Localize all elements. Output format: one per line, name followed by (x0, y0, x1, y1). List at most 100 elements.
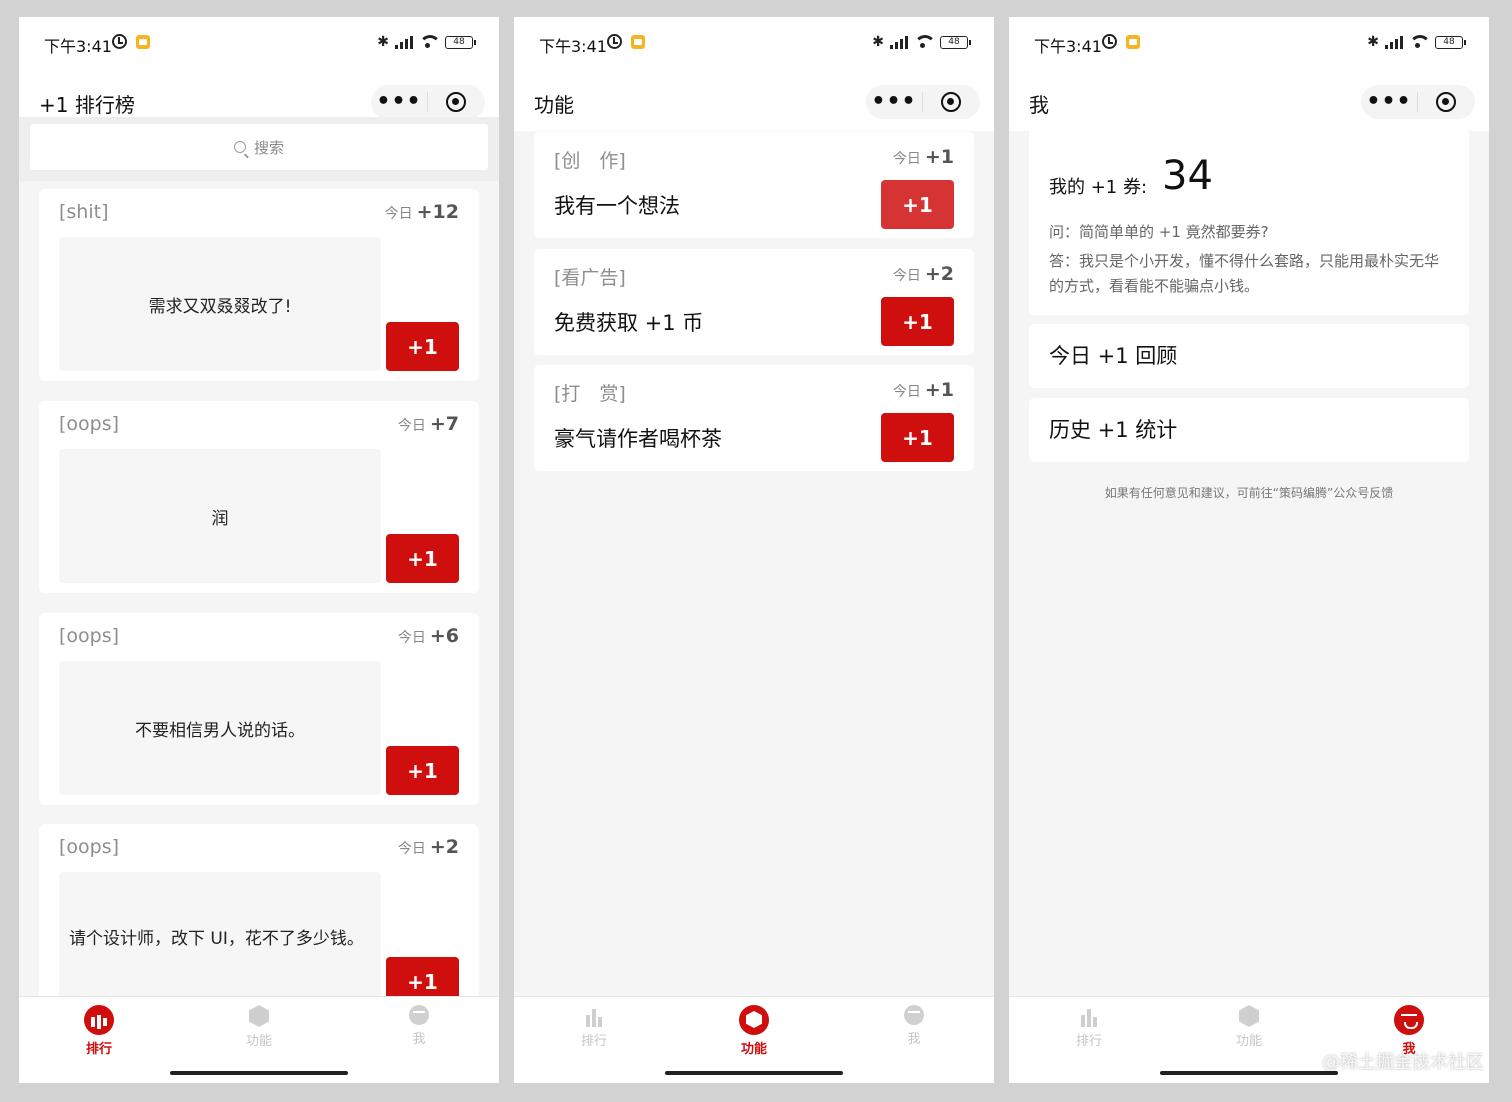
card-tag: [oops] (59, 836, 120, 858)
plus-one-button[interactable]: +1 (881, 413, 954, 462)
plus-one-button[interactable]: +1 (881, 297, 954, 346)
wifi-icon (914, 35, 934, 49)
close-button[interactable] (428, 92, 484, 112)
card-text: 不要相信男人说的话。 (59, 661, 381, 795)
card-title: 我有一个想法 (554, 194, 680, 218)
rank-card: [shit] 今日 +12 需求又双叒叕改了! +1 (39, 189, 479, 381)
history-stats-label: 历史 +1 统计 (1049, 418, 1178, 442)
wifi-icon (419, 35, 439, 49)
card-tag: [oops] (59, 413, 120, 435)
rank-card: [oops] 今日 +2 请个设计师，改下 UI，花不了多少钱。 +1 (39, 824, 479, 1016)
more-button[interactable]: ••• (866, 91, 922, 113)
more-button[interactable]: ••• (371, 91, 427, 113)
bluetooth-icon: ✱ (377, 34, 389, 50)
cube-icon (1239, 1005, 1259, 1027)
tab-bar: 排行 功能 我 (19, 996, 499, 1083)
faq-answer: 答：我只是个小开发，懂不得什么套路，只能用最朴实无华的方式，看看能不能骗点小钱。 (1049, 252, 1440, 295)
today-count: 今日 +2 (397, 836, 459, 858)
alarm-icon (607, 34, 622, 49)
plus-one-button[interactable]: +1 (386, 322, 459, 371)
card-title: 豪气请作者喝杯茶 (554, 427, 722, 451)
card-tag: [oops] (59, 625, 120, 647)
function-card: [打 赏] 今日 +1 豪气请作者喝杯茶 +1 (534, 365, 974, 471)
home-indicator[interactable] (1160, 1071, 1338, 1075)
cube-icon (739, 1005, 769, 1035)
tab-label: 排行 (1075, 1034, 1102, 1049)
today-review-item[interactable]: 今日 +1 回顾 (1029, 324, 1469, 388)
notification-icon (1126, 35, 1140, 49)
feedback-note: 如果有任何意见和建议，可前往“策码编腾”公众号反馈 (1104, 486, 1394, 500)
more-button[interactable]: ••• (1361, 91, 1417, 113)
status-bar: 下午3:41 ✱ 48 (514, 17, 994, 67)
tab-me[interactable]: 我 (379, 1005, 459, 1047)
nav-bar: 功能 ••• (514, 67, 994, 131)
target-icon (941, 92, 961, 112)
tab-label: 我 (907, 1032, 921, 1047)
page-title: +1 排行榜 (39, 93, 135, 117)
coupon-count: 34 (1162, 153, 1213, 199)
alarm-icon (1102, 34, 1117, 49)
tab-rank[interactable]: 排行 (1049, 1005, 1129, 1049)
face-icon (904, 1005, 924, 1025)
today-count: 今日 +2 (892, 263, 954, 285)
plus-one-button[interactable]: +1 (881, 180, 954, 229)
tab-rank[interactable]: 排行 (59, 1005, 139, 1057)
today-count: 今日 +7 (397, 413, 459, 435)
history-stats-item[interactable]: 历史 +1 统计 (1029, 398, 1469, 462)
tab-function[interactable]: 功能 (1209, 1005, 1289, 1049)
battery-icon: 48 (1435, 35, 1466, 49)
status-bar: 下午3:41 ✱ 48 (19, 17, 499, 67)
tab-function[interactable]: 功能 (714, 1005, 794, 1057)
mini-program-capsule: ••• (866, 85, 980, 119)
tab-label: 功能 (740, 1042, 767, 1057)
plus-one-button[interactable]: +1 (386, 534, 459, 583)
tab-me[interactable]: 我 (874, 1005, 954, 1047)
status-bar: 下午3:41 ✱ 48 (1009, 17, 1489, 67)
card-tag: [shit] (59, 201, 109, 223)
rank-icon (1079, 1005, 1099, 1027)
nav-bar: 我 ••• (1009, 67, 1489, 131)
today-count: 今日 +6 (397, 625, 459, 647)
function-screen: 下午3:41 ✱ 48 功能 ••• [创 作] 今日 +1 我有一个想法 +1 … (514, 17, 994, 1083)
card-text: 润 (59, 449, 381, 583)
coupon-card: 我的 +1 券: 34 问：简简单单的 +1 竟然都要券? 答：我只是个小开发，… (1029, 123, 1469, 315)
card-text: 需求又双叒叕改了! (59, 237, 381, 371)
function-card: [看广告] 今日 +2 免费获取 +1 币 +1 (534, 249, 974, 355)
status-time: 下午3:41 (1034, 37, 1102, 56)
coupon-label: 我的 +1 券: (1049, 177, 1148, 198)
tab-label: 功能 (1235, 1034, 1262, 1049)
signal-icon (395, 35, 413, 49)
search-placeholder: 搜索 (253, 138, 284, 157)
card-tag: [看广告] (554, 267, 626, 289)
today-review-label: 今日 +1 回顾 (1049, 344, 1178, 368)
rank-card: [oops] 今日 +7 润 +1 (39, 401, 479, 593)
home-indicator[interactable] (665, 1071, 843, 1075)
status-time: 下午3:41 (44, 37, 112, 56)
function-card: [创 作] 今日 +1 我有一个想法 +1 (534, 132, 974, 238)
today-count: 今日 +12 (384, 201, 459, 223)
face-icon (1394, 1005, 1424, 1035)
notification-icon (631, 35, 645, 49)
mini-program-capsule: ••• (1361, 85, 1475, 119)
today-count: 今日 +1 (892, 379, 954, 401)
close-button[interactable] (1418, 92, 1474, 112)
target-icon (1436, 92, 1456, 112)
status-time: 下午3:41 (539, 37, 607, 56)
tab-function[interactable]: 功能 (219, 1005, 299, 1049)
bluetooth-icon: ✱ (1367, 34, 1379, 50)
watermark: @稀土掘金技术社区 (1322, 1052, 1484, 1073)
tab-bar: 排行 功能 我 (514, 996, 994, 1083)
tab-label: 排行 (580, 1034, 607, 1049)
mini-program-capsule: ••• (371, 85, 485, 119)
plus-one-button[interactable]: +1 (386, 746, 459, 795)
tab-rank[interactable]: 排行 (554, 1005, 634, 1049)
signal-icon (1385, 35, 1403, 49)
close-button[interactable] (923, 92, 979, 112)
home-indicator[interactable] (170, 1071, 348, 1075)
face-icon (409, 1005, 429, 1025)
faq-question: 问：简简单单的 +1 竟然都要券? (1049, 223, 1269, 241)
me-screen: 下午3:41 ✱ 48 我 ••• 我的 +1 券: 34 问：简简单单的 +1… (1009, 17, 1489, 1083)
search-input[interactable]: 搜索 (30, 124, 488, 170)
tab-label: 我 (412, 1032, 426, 1047)
tab-label: 排行 (85, 1042, 112, 1057)
